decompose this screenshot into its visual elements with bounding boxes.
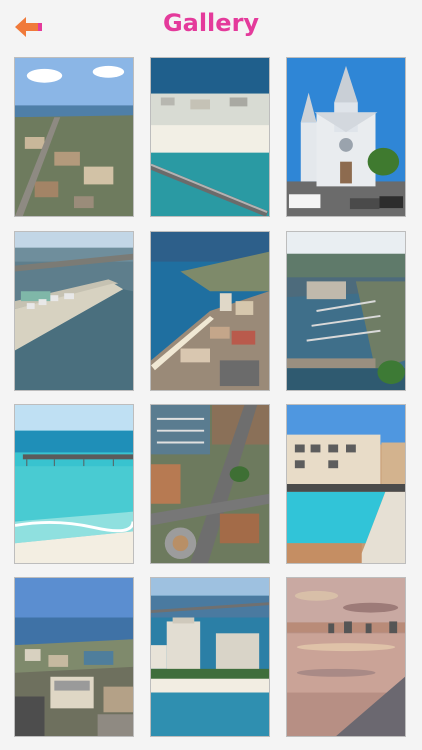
beach-pier-aerial-photo	[151, 58, 269, 216]
beachfront-hotels-photo	[151, 578, 269, 736]
bridge-island-aerial-photo	[15, 232, 133, 390]
photo-tile[interactable]	[14, 577, 134, 737]
white-church-photo	[287, 58, 405, 216]
photo-tile[interactable]	[150, 231, 270, 391]
photo-tile[interactable]	[286, 231, 406, 391]
app-header: Gallery	[0, 0, 422, 52]
photo-tile[interactable]	[150, 57, 270, 217]
photo-tile[interactable]	[286, 577, 406, 737]
photo-tile[interactable]	[14, 231, 134, 391]
beach-fishing-pier-photo	[15, 405, 133, 563]
aerial-city-coast-photo	[15, 58, 133, 216]
island-beach-aerial-photo	[151, 232, 269, 390]
photo-tile[interactable]	[150, 404, 270, 564]
photo-tile[interactable]	[286, 57, 406, 217]
marina-harbor-aerial-photo	[287, 232, 405, 390]
sunset-water-reflection-photo	[287, 578, 405, 736]
photo-tile[interactable]	[14, 57, 134, 217]
aerial-downtown-bay-photo	[15, 578, 133, 736]
photo-tile[interactable]	[286, 404, 406, 564]
resort-pool-photo	[287, 405, 405, 563]
photo-tile[interactable]	[14, 404, 134, 564]
marina-city-streets-photo	[151, 405, 269, 563]
photo-tile[interactable]	[150, 577, 270, 737]
page-title: Gallery	[162, 9, 260, 37]
